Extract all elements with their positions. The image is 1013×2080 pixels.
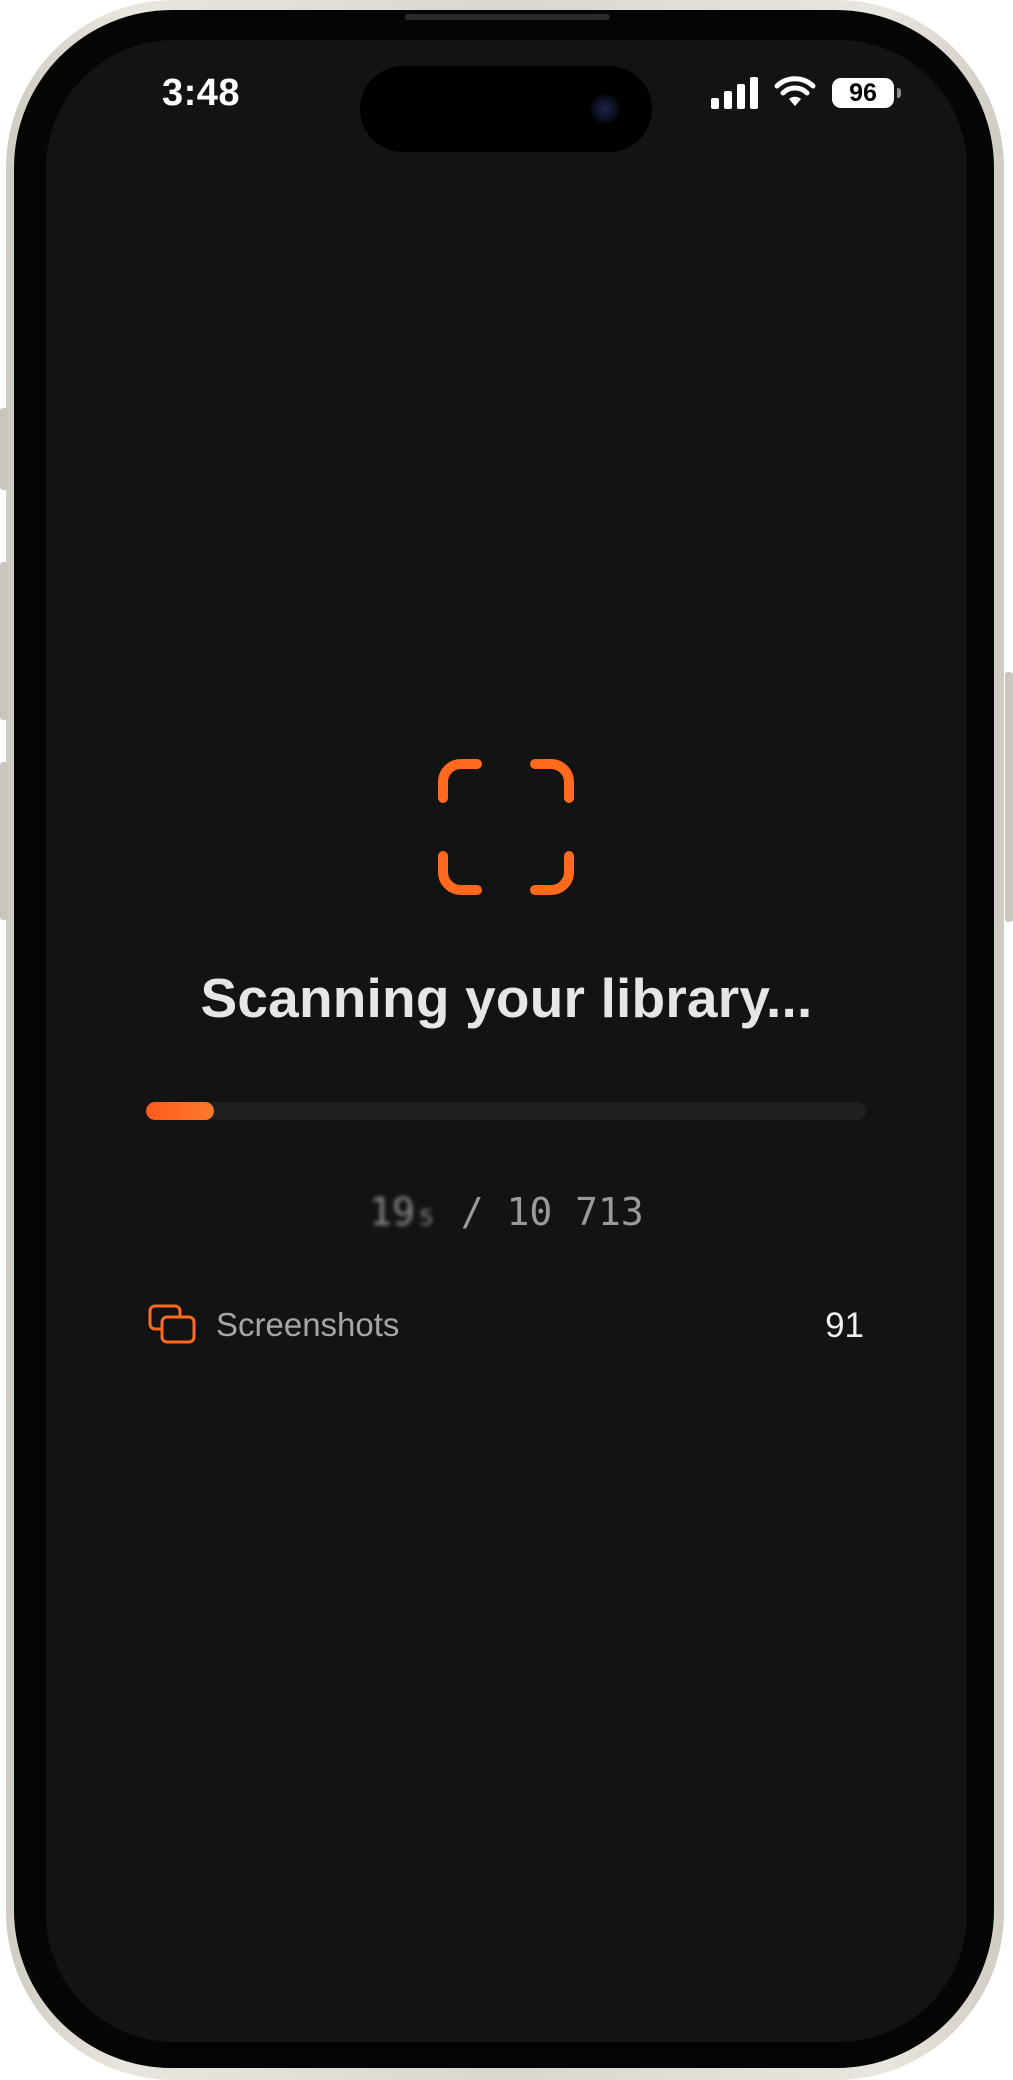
battery-tip	[897, 88, 901, 98]
category-label: Screenshots	[216, 1306, 400, 1343]
status-time: 3:48	[162, 72, 241, 114]
category-row-screenshots: Screenshots 91	[148, 1302, 864, 1348]
scan-frame-icon	[438, 759, 574, 895]
current-count: 19₅	[369, 1190, 438, 1234]
battery-level: 96	[849, 79, 877, 107]
wifi-icon	[774, 76, 816, 106]
total-count: 10 713	[506, 1190, 644, 1234]
mute-switch	[0, 408, 8, 490]
speaker-bar	[405, 14, 610, 20]
volume-up-button	[0, 562, 8, 720]
power-button	[1005, 672, 1013, 922]
cellular-signal-icon	[711, 77, 758, 109]
screenshots-icon	[148, 1304, 196, 1344]
scan-counter: 19₅ / 10 713	[0, 1190, 1013, 1234]
app-screen	[46, 40, 967, 2042]
count-separator: /	[460, 1190, 484, 1234]
volume-down-button	[0, 762, 8, 920]
battery-icon: 96	[832, 78, 894, 108]
page-title: Scanning your library...	[200, 967, 813, 1029]
category-count: 91	[825, 1306, 864, 1345]
scan-progress-bar	[146, 1102, 866, 1120]
camera-icon	[590, 94, 620, 124]
scan-progress-fill	[146, 1102, 215, 1120]
